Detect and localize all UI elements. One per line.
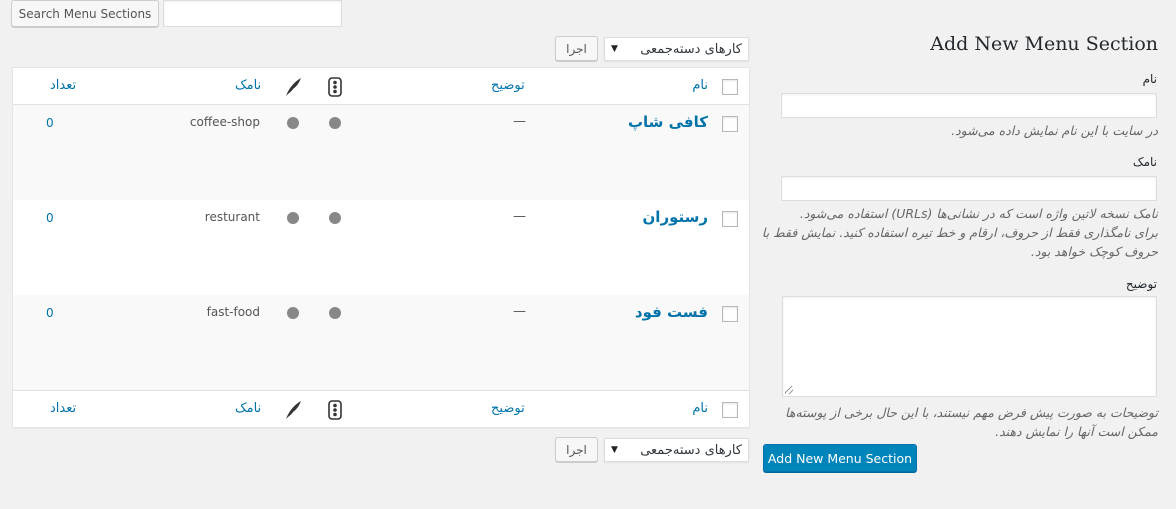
row-count-link[interactable]: 0 <box>46 306 54 320</box>
traffic-light-icon <box>328 400 342 420</box>
column-slug[interactable]: نامک <box>235 78 261 93</box>
column-name[interactable]: نام <box>692 78 708 93</box>
status-dot <box>287 212 299 224</box>
select-all-checkbox[interactable] <box>722 79 738 95</box>
status-dot <box>287 117 299 129</box>
slug-label: نامک <box>1132 155 1157 169</box>
bulk-actions-select[interactable]: کارهای دسته‌جمعی ▼ <box>604 438 749 462</box>
column-description[interactable]: توضیح <box>491 401 525 416</box>
column-description[interactable]: توضیح <box>491 78 525 93</box>
table-row: فست فود — fast-food 0 <box>13 295 749 390</box>
column-slug[interactable]: نامک <box>235 401 261 416</box>
slug-hint-line-1: نامک نسخه لاتین واژه است که در نشانی‌ها … <box>799 206 1158 221</box>
add-menu-section-form: Add New Menu Section نام در سایت با این … <box>760 0 1176 509</box>
bulk-actions-top: کارهای دسته‌جمعی ▼ اجرا <box>555 36 749 61</box>
name-input[interactable] <box>781 93 1157 118</box>
status-dot <box>287 307 299 319</box>
name-hint: در سایت با این نام نمایش داده می‌شود. <box>951 123 1158 138</box>
search-input[interactable] <box>163 0 342 27</box>
row-description: — <box>513 304 526 319</box>
bulk-apply-button[interactable]: اجرا <box>555 36 598 61</box>
description-label: توضیح <box>1125 277 1157 291</box>
slug-input[interactable] <box>781 176 1157 201</box>
name-label: نام <box>1142 72 1157 86</box>
feather-icon <box>286 78 301 96</box>
row-name-link[interactable]: رستوران <box>643 208 709 226</box>
description-textarea[interactable] <box>782 296 1157 397</box>
slug-hint-line-3: حروف کوچک خواهد بود. <box>1030 244 1158 259</box>
bulk-actions-select-label: کارهای دسته‌جمعی <box>640 442 742 458</box>
row-description: — <box>513 209 526 224</box>
slug-hint-line-2: برای نامگذاری فقط از حروف، ارقام و خط تی… <box>761 225 1158 240</box>
row-description: — <box>513 114 526 129</box>
row-name-link[interactable]: فست فود <box>635 303 708 321</box>
bulk-actions-select[interactable]: کارهای دسته‌جمعی ▼ <box>604 37 749 61</box>
row-slug: coffee-shop <box>189 115 260 129</box>
form-title: Add New Menu Section <box>930 33 1158 55</box>
bulk-actions-bottom: کارهای دسته‌جمعی ▼ اجرا <box>555 437 749 462</box>
search-menu-sections-button[interactable]: Search Menu Sections <box>11 0 159 27</box>
bulk-actions-select-label: کارهای دسته‌جمعی <box>640 41 742 57</box>
row-checkbox[interactable] <box>722 306 738 322</box>
table-row: کافی شاپ — coffee-shop 0 <box>13 105 749 200</box>
select-all-checkbox-footer[interactable] <box>722 402 738 418</box>
description-hint-line-1: توضیحات به صورت پیش فرض مهم نیستند، با ا… <box>785 405 1158 420</box>
table-row: رستوران — resturant 0 <box>13 200 749 295</box>
status-dot <box>329 212 341 224</box>
menu-sections-table: نام توضیح نامک تعداد کافی شاپ — coffee-s… <box>12 67 750 428</box>
dropdown-arrow-icon: ▼ <box>611 445 618 455</box>
table-footer: نام توضیح نامک تعداد <box>13 390 749 427</box>
row-slug: fast-food <box>206 305 260 319</box>
bulk-apply-button[interactable]: اجرا <box>555 437 598 462</box>
row-count-link[interactable]: 0 <box>46 116 54 130</box>
resize-handle-icon[interactable] <box>785 386 793 394</box>
table-header: نام توضیح نامک تعداد <box>13 68 749 105</box>
row-count-link[interactable]: 0 <box>46 211 54 225</box>
column-name[interactable]: نام <box>692 401 708 416</box>
row-slug: resturant <box>204 210 260 224</box>
status-dot <box>329 307 341 319</box>
status-dot <box>329 117 341 129</box>
column-count[interactable]: تعداد <box>50 401 76 416</box>
row-checkbox[interactable] <box>722 116 738 132</box>
description-hint-line-2: ممکن است آنها را نمایش دهند. <box>995 424 1158 439</box>
dropdown-arrow-icon: ▼ <box>611 44 618 54</box>
traffic-light-icon <box>328 77 342 97</box>
row-name-link[interactable]: کافی شاپ <box>628 113 708 131</box>
column-count[interactable]: تعداد <box>50 78 76 93</box>
row-checkbox[interactable] <box>722 211 738 227</box>
add-new-menu-section-button[interactable]: Add New Menu Section <box>763 444 917 472</box>
feather-icon <box>286 401 301 419</box>
